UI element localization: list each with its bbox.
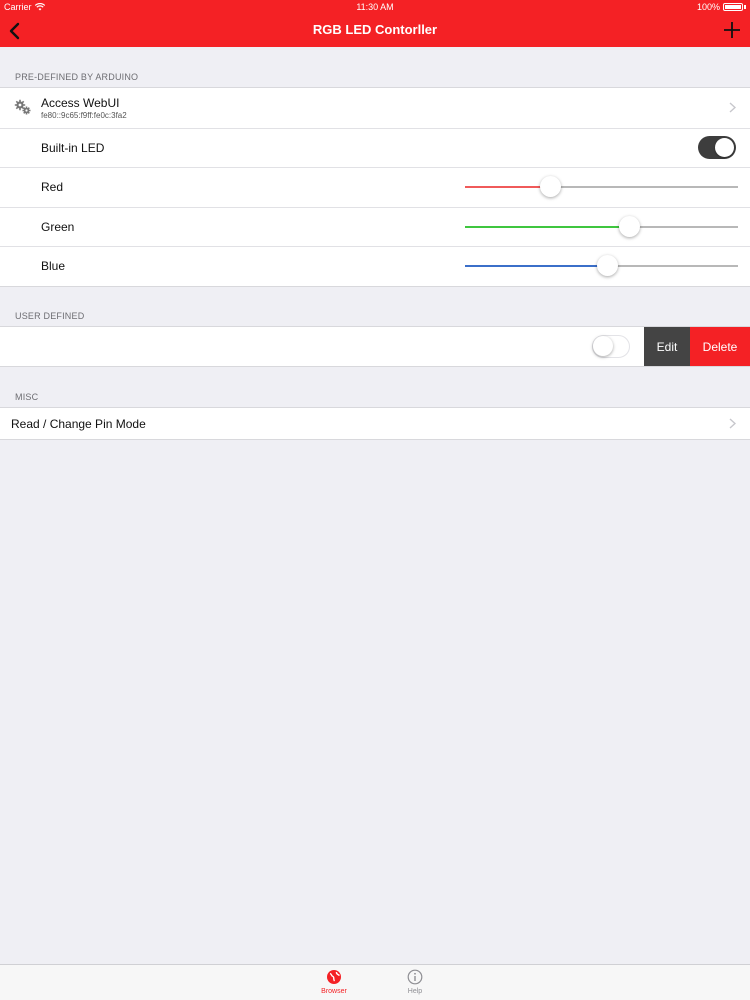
red-row: Red	[0, 167, 750, 207]
tab-help[interactable]: Help	[385, 969, 445, 995]
edit-button[interactable]: Edit	[644, 327, 690, 366]
tab-bar: Browser Help	[0, 964, 750, 1000]
ip-address: fe80::9c65:f9ff:fe0c:3fa2	[41, 111, 127, 120]
gears-icon	[14, 99, 31, 115]
red-slider[interactable]	[465, 176, 738, 197]
toggle-knob	[593, 336, 613, 356]
red-slider-thumb[interactable]	[539, 176, 561, 197]
green-slider[interactable]	[465, 215, 738, 237]
add-button[interactable]	[722, 20, 742, 40]
builtin-led-toggle[interactable]	[698, 135, 736, 159]
blue-slider-fill	[465, 265, 607, 267]
blue-row: Blue	[0, 246, 750, 286]
status-bar: Carrier 11:30 AM 100%	[0, 0, 750, 15]
chevron-right-icon	[729, 102, 736, 113]
misc-group: Read / Change Pin Mode	[0, 407, 750, 440]
blue-slider-thumb[interactable]	[596, 255, 618, 276]
status-battery: 100%	[697, 2, 746, 12]
status-time: 11:30 AM	[356, 2, 394, 12]
info-icon	[407, 969, 423, 985]
builtin-led-label: Built-in LED	[41, 140, 105, 155]
navigation-bar: Carrier 11:30 AM 100% RGB LED Contorller	[0, 0, 750, 47]
chevron-right-icon	[729, 418, 736, 429]
pin-mode-row[interactable]: Read / Change Pin Mode	[0, 408, 750, 439]
green-slider-thumb[interactable]	[618, 215, 640, 237]
battery-icon	[723, 3, 743, 11]
user-defined-group: Edit Delete	[0, 326, 750, 367]
section-header-user-defined: USER DEFINED	[15, 311, 85, 321]
pin-mode-label: Read / Change Pin Mode	[11, 417, 146, 431]
blue-slider[interactable]	[465, 255, 738, 276]
delete-button[interactable]: Delete	[690, 327, 750, 366]
tab-browser[interactable]: Browser	[304, 969, 364, 995]
access-webui-row[interactable]: Access WebUI fe80::9c65:f9ff:fe0c:3fa2	[0, 88, 750, 128]
red-label: Red	[41, 180, 64, 194]
green-row: Green	[0, 206, 750, 247]
tab-help-label: Help	[407, 988, 423, 995]
plus-icon	[724, 22, 740, 38]
green-label: Green	[41, 219, 75, 234]
red-slider-fill	[465, 186, 550, 188]
battery-percent: 100%	[696, 2, 720, 12]
section-header-misc: MISC	[15, 392, 39, 402]
green-slider-fill	[465, 225, 629, 228]
access-webui-label: Access WebUI	[41, 96, 120, 110]
globe-icon	[327, 970, 341, 984]
tab-browser-label: Browser	[321, 988, 347, 995]
battery-tip	[744, 5, 746, 9]
predefined-group: Access WebUI fe80::9c65:f9ff:fe0c:3fa2 B…	[0, 87, 750, 287]
toggle-knob	[715, 137, 734, 157]
section-header-predefined: PRE-DEFINED BY ARDUINO	[15, 72, 139, 82]
page-title: RGB LED Contorller	[312, 22, 438, 37]
blue-label: Blue	[41, 259, 66, 273]
user-defined-toggle[interactable]	[592, 335, 630, 358]
user-defined-row[interactable]: Edit Delete	[0, 327, 750, 366]
builtin-led-row: Built-in LED	[0, 127, 750, 168]
